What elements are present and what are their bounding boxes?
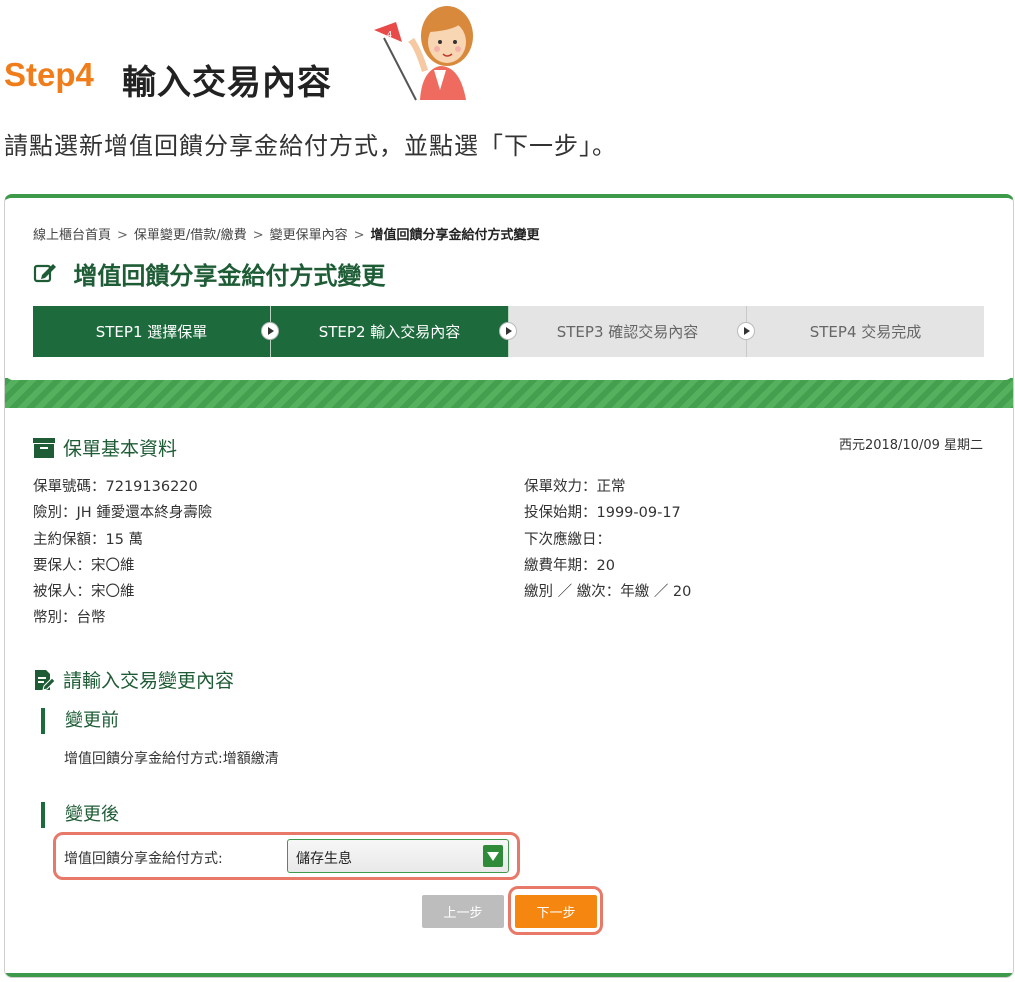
mascot-girl-icon: 4 — [374, 6, 473, 101]
after-heading: 變更後 — [41, 802, 119, 828]
current-date: 西元2018/10/09 星期二 — [838, 438, 983, 453]
payment-method-label: 增值回饋分享金給付方式: — [64, 851, 223, 867]
step-1: STEP1 選擇保單 — [33, 306, 279, 357]
payment-method-select[interactable]: 儲存生息 — [287, 839, 509, 873]
step-arrow-icon — [261, 322, 279, 340]
breadcrumb-policy-change[interactable]: 保單變更/借款/繳費 — [134, 228, 247, 243]
breadcrumb-current: 增值回饋分享金給付方式變更 — [370, 228, 540, 243]
breadcrumb-home[interactable]: 線上櫃台首頁 — [33, 228, 111, 243]
policy-info-left: 保單號碼：7219136220 險別：JH 鍾愛還本終身壽險 主約保額：15 萬… — [33, 479, 213, 627]
top-panel: 線上櫃台首頁 > 保單變更/借款/繳費 > 變更保單內容 > 增值回饋分享金給付方式變更 增… — [5, 198, 1013, 380]
bottom-border — [5, 973, 1013, 977]
prev-button[interactable]: 上一步 — [422, 895, 504, 928]
tutorial-header: Step4 輸入交易內容 4 請點選新增值回饋分享金給付方式，並點選「下一步」。 — [0, 0, 1015, 160]
flag-number: 4 — [387, 30, 392, 39]
instruction-text: 請點選新增值回饋分享金給付方式，並點選「下一步」。 — [4, 132, 617, 160]
step-4: STEP4 交易完成 — [747, 306, 984, 357]
breadcrumb: 線上櫃台首頁 > 保單變更/借款/繳費 > 變更保單內容 > 增值回饋分享金給付方式變更 — [33, 228, 540, 243]
screenshot-panel: 線上櫃台首頁 > 保單變更/借款/繳費 > 變更保單內容 > 增值回饋分享金給付方式變更 增… — [4, 194, 1014, 978]
archive-box-icon — [33, 437, 55, 458]
step-label: Step4 — [4, 56, 94, 93]
step-2: STEP2 輸入交易內容 — [271, 306, 517, 357]
step-3: STEP3 確認交易內容 — [509, 306, 755, 357]
before-value: 增值回饋分享金給付方式:增額繳清 — [64, 751, 279, 767]
policy-info-right: 保單效力：正常 投保始期：1999-09-17 下次應繳日： 繳費年期：20 繳… — [524, 479, 692, 601]
policy-section-title: 保單基本資料 — [33, 434, 177, 461]
next-button[interactable]: 下一步 — [515, 895, 597, 928]
step-arrow-icon — [499, 322, 517, 340]
page-title: 增值回饋分享金給付方式變更 — [33, 256, 385, 291]
edit-icon — [33, 264, 56, 283]
step-arrow-icon — [737, 322, 755, 340]
decorative-stripe — [5, 378, 1013, 408]
document-edit-icon — [35, 669, 55, 691]
dropdown-arrow-icon[interactable] — [483, 845, 503, 867]
change-section-title: 請輸入交易變更內容 — [33, 666, 234, 693]
select-value: 儲存生息 — [296, 851, 352, 867]
before-heading: 變更前 — [41, 708, 119, 734]
breadcrumb-change-content[interactable]: 變更保單內容 — [270, 228, 348, 243]
progress-steps: STEP1 選擇保單 STEP2 輸入交易內容 STEP3 確認交易內容 STE… — [33, 306, 984, 357]
step-title: 輸入交易內容 — [122, 63, 332, 103]
